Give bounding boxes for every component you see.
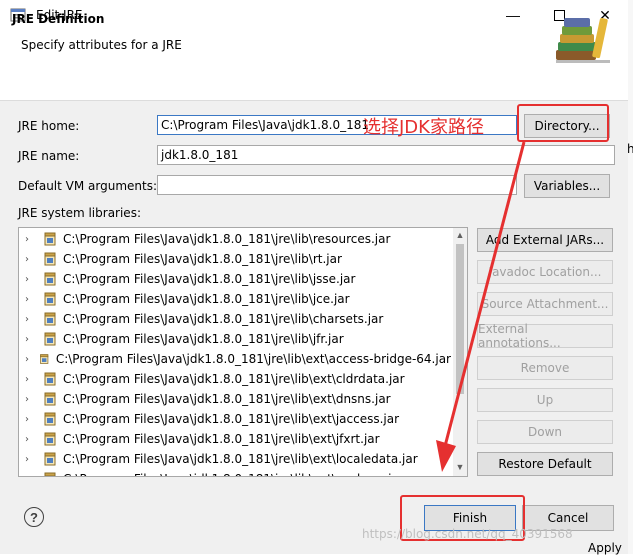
chevron-right-icon[interactable]: › <box>25 434 39 445</box>
jar-icon <box>44 232 56 246</box>
jar-icon <box>44 372 56 386</box>
list-item-label: C:\Program Files\Java\jdk1.8.0_181\jre\l… <box>63 232 391 246</box>
list-item[interactable]: › C:\Program Files\Java\jdk1.8.0_181\jre\… <box>19 449 451 469</box>
chevron-right-icon[interactable]: › <box>25 414 39 425</box>
help-icon[interactable]: ? <box>24 507 44 527</box>
variables-button[interactable]: Variables... <box>524 174 610 198</box>
header-subtitle: Specify attributes for a JRE <box>21 38 182 52</box>
chevron-right-icon[interactable]: › <box>25 254 39 265</box>
chevron-right-icon[interactable]: › <box>25 474 39 477</box>
chevron-right-icon[interactable]: › <box>25 374 39 385</box>
libraries-label: JRE system libraries: <box>18 206 141 220</box>
list-item-label: C:\Program Files\Java\jdk1.8.0_181\jre\l… <box>63 412 400 426</box>
list-item-label: C:\Program Files\Java\jdk1.8.0_181\jre\l… <box>63 372 405 386</box>
list-item-label: C:\Program Files\Java\jdk1.8.0_181\jre\l… <box>63 452 418 466</box>
chevron-right-icon[interactable]: › <box>25 314 39 325</box>
minimize-button[interactable]: — <box>490 0 536 30</box>
vm-args-label: Default VM arguments: <box>18 179 158 193</box>
jar-icon <box>44 412 56 426</box>
list-item-label: C:\Program Files\Java\jdk1.8.0_181\jre\l… <box>55 352 451 366</box>
vm-args-input[interactable] <box>157 175 517 195</box>
chevron-right-icon[interactable]: › <box>25 294 39 305</box>
external-annotations-button[interactable]: External annotations... <box>477 322 613 350</box>
list-item[interactable]: › C:\Program Files\Java\jdk1.8.0_181\jre\… <box>19 369 451 389</box>
jre-name-label: JRE name: <box>18 149 80 163</box>
jre-home-label: JRE home: <box>18 119 80 133</box>
list-item[interactable]: › C:\Program Files\Java\jdk1.8.0_181\jre\… <box>19 229 451 249</box>
list-item[interactable]: › C:\Program Files\Java\jdk1.8.0_181\jre\… <box>19 289 451 309</box>
list-item[interactable]: › C:\Program Files\Java\jdk1.8.0_181\jre\… <box>19 309 451 329</box>
annotation-text: 选择JDK家路径 <box>363 117 484 138</box>
list-item[interactable]: › C:\Program Files\Java\jdk1.8.0_181\jre\… <box>19 249 451 269</box>
jar-icon <box>44 272 56 286</box>
list-item-label: C:\Program Files\Java\jdk1.8.0_181\jre\l… <box>63 252 342 266</box>
list-item[interactable]: › C:\Program Files\Java\jdk1.8.0_181\jre\… <box>19 389 451 409</box>
jar-icon <box>44 252 56 266</box>
up-button[interactable]: Up <box>477 388 613 412</box>
jar-icon <box>44 312 56 326</box>
list-item-label: C:\Program Files\Java\jdk1.8.0_181\jre\l… <box>63 432 380 446</box>
jre-name-input[interactable]: jdk1.8.0_181 <box>157 145 615 165</box>
header-title: JRE Definition <box>12 12 105 26</box>
list-item[interactable]: › C:\Program Files\Java\jdk1.8.0_181\jre\… <box>19 349 451 369</box>
jar-icon <box>44 332 56 346</box>
chevron-right-icon[interactable]: › <box>25 394 39 405</box>
jar-icon <box>44 472 56 476</box>
jar-icon <box>40 354 49 364</box>
scroll-down-icon[interactable]: ▼ <box>453 460 467 474</box>
chevron-right-icon[interactable]: › <box>25 354 35 365</box>
background-apply-button: Apply <box>588 541 622 555</box>
source-attachment-button[interactable]: Source Attachment... <box>477 292 613 316</box>
restore-default-button[interactable]: Restore Default <box>477 452 613 476</box>
chevron-right-icon[interactable]: › <box>25 454 39 465</box>
list-item-label: C:\Program Files\Java\jdk1.8.0_181\jre\l… <box>63 312 384 326</box>
jar-icon <box>44 432 56 446</box>
watermark: https://blog.csdn.net/qq_40391568 <box>362 527 573 541</box>
background-window-edge <box>628 0 633 554</box>
list-item[interactable]: › C:\Program Files\Java\jdk1.8.0_181\jre\… <box>19 469 451 477</box>
chevron-right-icon[interactable]: › <box>25 334 39 345</box>
jar-icon <box>44 292 56 306</box>
annotation-box-directory <box>517 104 609 142</box>
down-button[interactable]: Down <box>477 420 613 444</box>
list-item[interactable]: › C:\Program Files\Java\jdk1.8.0_181\jre\… <box>19 269 451 289</box>
remove-button[interactable]: Remove <box>477 356 613 380</box>
books-icon <box>556 17 610 63</box>
list-item[interactable]: › C:\Program Files\Java\jdk1.8.0_181\jre\… <box>19 329 451 349</box>
minimize-icon: — <box>506 7 520 23</box>
add-external-jars-button[interactable]: Add External JARs... <box>477 228 613 252</box>
list-item[interactable]: › C:\Program Files\Java\jdk1.8.0_181\jre\… <box>19 429 451 449</box>
javadoc-location-button[interactable]: Javadoc Location... <box>477 260 613 284</box>
jar-icon <box>44 452 56 466</box>
libraries-list[interactable]: › C:\Program Files\Java\jdk1.8.0_181\jre\… <box>18 227 468 477</box>
background-window-text: h <box>627 142 633 156</box>
chevron-right-icon[interactable]: › <box>25 234 39 245</box>
chevron-right-icon[interactable]: › <box>25 274 39 285</box>
list-item[interactable]: › C:\Program Files\Java\jdk1.8.0_181\jre\… <box>19 409 451 429</box>
list-item-label: C:\Program Files\Java\jdk1.8.0_181\jre\l… <box>63 272 356 286</box>
scroll-thumb[interactable] <box>456 244 464 394</box>
jar-icon <box>44 392 56 406</box>
list-item-label: C:\Program Files\Java\jdk1.8.0_181\jre\l… <box>63 332 344 346</box>
scroll-up-icon[interactable]: ▲ <box>453 228 467 242</box>
list-item-label: C:\Program Files\Java\jdk1.8.0_181\jre\l… <box>63 292 350 306</box>
list-item-label: C:\Program Files\Java\jdk1.8.0_181\jre\l… <box>63 392 391 406</box>
list-item-label: C:\Program Files\Java\jdk1.8.0_181\jre\l… <box>63 472 404 476</box>
